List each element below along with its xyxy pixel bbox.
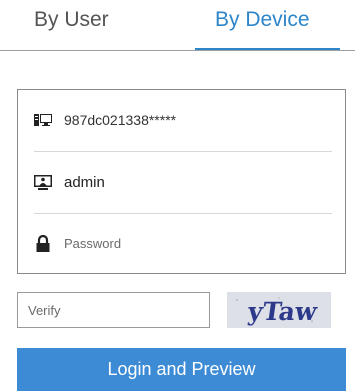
user-monitor-icon: [34, 174, 52, 190]
username-row: admin: [34, 152, 330, 212]
lock-icon: [34, 234, 52, 252]
login-form-box: 987dc021338***** admin: [17, 89, 346, 274]
login-page: By User By Device 987dc021338***** admin…: [0, 0, 355, 391]
device-icon: [34, 112, 52, 128]
captcha-image[interactable]: yTaw: [227, 292, 331, 328]
login-tabs: By User By Device: [0, 0, 355, 51]
password-input[interactable]: [64, 235, 304, 251]
tab-by-device[interactable]: By Device: [215, 8, 310, 32]
device-id-value[interactable]: 987dc021338*****: [64, 112, 176, 128]
password-row: [34, 213, 330, 273]
tab-by-user[interactable]: By User: [34, 8, 109, 32]
username-value[interactable]: admin: [64, 174, 105, 191]
active-tab-indicator: [195, 48, 340, 50]
login-and-preview-button[interactable]: Login and Preview: [17, 348, 346, 391]
device-id-row: 987dc021338*****: [34, 90, 330, 150]
captcha-text: yTaw: [245, 296, 320, 326]
verify-input[interactable]: [17, 292, 210, 328]
